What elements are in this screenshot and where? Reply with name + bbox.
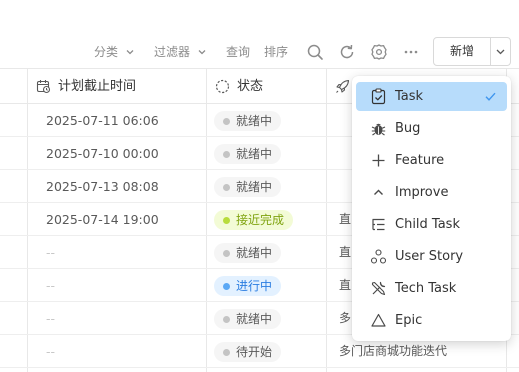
filter-label: 过滤器 (154, 45, 191, 59)
sort-label: 排序 (264, 45, 289, 59)
status-label: 接近完成 (236, 213, 285, 227)
menu-item-feature[interactable]: Feature (356, 146, 507, 175)
menu-item-label: Improve (395, 185, 449, 200)
user-story-icon (370, 249, 387, 264)
status-badge[interactable]: 待开始 (214, 342, 282, 362)
chevron-down-icon (198, 50, 206, 55)
new-button-group: 新增 (433, 37, 511, 66)
query-label: 查询 (226, 45, 251, 59)
menu-item-label: Child Task (395, 217, 460, 232)
column-label: 计划截止时间 (58, 79, 137, 94)
menu-item-epic[interactable]: Epic (356, 306, 507, 335)
due-date-cell[interactable]: -- (46, 335, 55, 368)
button-divider (490, 38, 491, 65)
due-date-cell[interactable]: -- (46, 269, 55, 302)
due-date-cell[interactable]: 2025-07-13 08:08 (46, 170, 159, 203)
project-cell[interactable]: 直 (339, 203, 351, 236)
project-cell[interactable]: 直 (339, 269, 351, 302)
bug-icon (371, 123, 386, 136)
status-badge[interactable]: 就绪中 (214, 144, 282, 164)
toolbar: 分类 过滤器 查询 排序 新增 (0, 36, 519, 68)
menu-item-tech-task[interactable]: Tech Task (356, 274, 507, 303)
chevron-down-icon[interactable] (495, 46, 506, 57)
status-dot-icon (223, 283, 230, 290)
filter-button[interactable]: 过滤器 (154, 36, 207, 68)
check-icon (485, 92, 496, 101)
status-dot-icon (223, 316, 230, 323)
query-button[interactable]: 查询 (226, 36, 250, 68)
status-dot-icon (223, 250, 230, 257)
status-circle-icon (215, 79, 230, 94)
calendar-clock-icon (36, 80, 51, 94)
menu-item-bug[interactable]: Bug (356, 114, 507, 143)
chevron-up-icon (374, 189, 383, 195)
status-badge[interactable]: 就绪中 (214, 309, 282, 329)
menu-item-label: Feature (395, 153, 445, 168)
status-badge[interactable]: 接近完成 (214, 210, 294, 230)
menu-item-label: Tech Task (395, 281, 457, 296)
refresh-icon[interactable] (337, 42, 357, 62)
status-label: 就绪中 (236, 246, 273, 260)
project-cell[interactable]: 直 (339, 236, 351, 269)
due-date-cell[interactable]: 2025-07-14 19:00 (46, 203, 159, 236)
rocket-icon (336, 79, 350, 93)
task-clipboard-icon (371, 88, 386, 105)
due-date-cell[interactable]: 2025-07-10 00:00 (46, 137, 159, 170)
column-header-due-date[interactable]: 计划截止时间 (36, 69, 201, 104)
column-header-status[interactable]: 状态 (215, 69, 320, 104)
status-label: 进行中 (236, 279, 273, 293)
status-dot-icon (223, 118, 230, 125)
group-by-label: 分类 (94, 45, 119, 59)
status-label: 就绪中 (236, 312, 273, 326)
work-item-type-menu: Task Bug Feature Improve Child Task User… (352, 76, 511, 341)
status-dot-icon (223, 151, 230, 158)
child-task-icon (372, 218, 385, 231)
status-dot-icon (223, 349, 230, 356)
menu-item-task[interactable]: Task (356, 82, 507, 111)
status-dot-icon (223, 217, 230, 224)
menu-item-label: Epic (395, 313, 423, 328)
status-badge[interactable]: 就绪中 (214, 243, 282, 263)
due-date-cell[interactable]: -- (46, 302, 55, 335)
settings-icon[interactable] (369, 42, 389, 62)
group-by-button[interactable]: 分类 (94, 36, 135, 68)
due-date-cell[interactable]: 2025-07-11 06:06 (46, 104, 159, 137)
status-badge[interactable]: 就绪中 (214, 177, 282, 197)
epic-triangle-icon (371, 313, 386, 327)
plus-icon (372, 154, 385, 167)
menu-item-label: Bug (395, 121, 421, 136)
due-date-cell[interactable]: -- (46, 236, 55, 269)
tech-task-tools-icon (371, 281, 386, 296)
menu-item-label: User Story (395, 249, 464, 264)
status-badge[interactable]: 进行中 (214, 276, 282, 296)
status-label: 就绪中 (236, 114, 273, 128)
menu-item-child-task[interactable]: Child Task (356, 210, 507, 239)
status-badge[interactable]: 就绪中 (214, 111, 282, 131)
column-label: 状态 (237, 79, 264, 94)
more-icon[interactable] (401, 42, 421, 62)
status-label: 待开始 (236, 345, 273, 359)
status-dot-icon (223, 184, 230, 191)
chevron-down-icon (126, 50, 134, 55)
menu-item-improve[interactable]: Improve (356, 178, 507, 207)
status-label: 就绪中 (236, 180, 273, 194)
search-icon[interactable] (305, 42, 325, 62)
project-cell[interactable]: 多 (339, 302, 351, 335)
menu-item-user-story[interactable]: User Story (356, 242, 507, 271)
sort-button[interactable]: 排序 (264, 36, 288, 68)
menu-item-label: Task (395, 89, 424, 104)
new-button[interactable]: 新增 (434, 38, 490, 65)
status-label: 就绪中 (236, 147, 273, 161)
